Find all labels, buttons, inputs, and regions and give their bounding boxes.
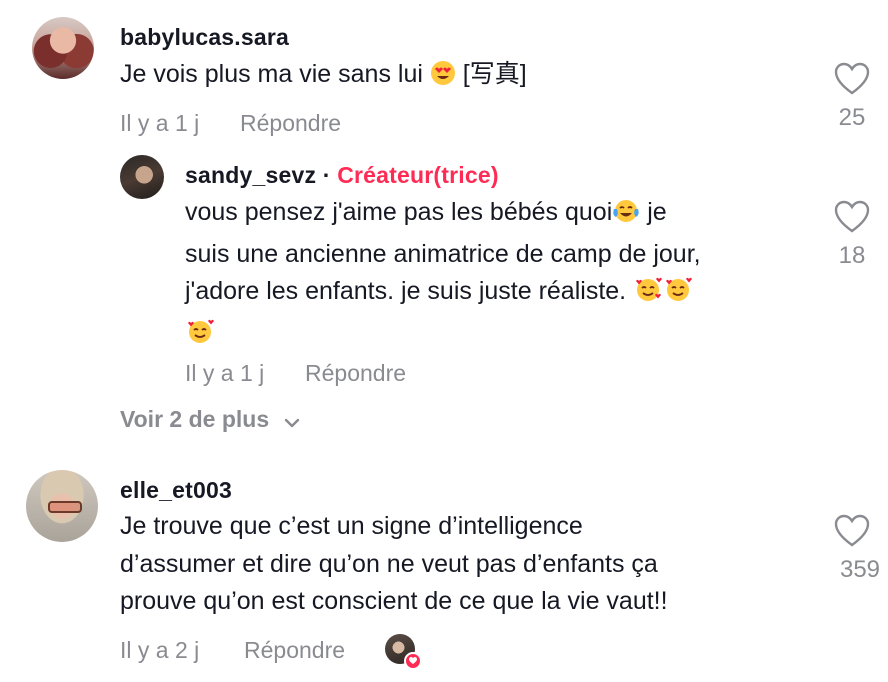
smiling-hearts-emoji bbox=[633, 275, 663, 315]
creator-badge: Créateur(trice) bbox=[337, 162, 499, 188]
comment-time: Il y a 1 j bbox=[185, 360, 265, 386]
like-count: 25 bbox=[838, 104, 866, 131]
like-count: 18 bbox=[838, 242, 866, 269]
reply-button[interactable]: Répondre bbox=[305, 360, 406, 387]
reply-button[interactable]: Répondre bbox=[244, 637, 345, 664]
comment-text: Je vois plus ma vie sans lui [写真] bbox=[120, 56, 527, 98]
comment-text: vous pensez j'aime pas les bébés quoi je… bbox=[185, 194, 701, 356]
comment-time: Il y a 2 j bbox=[120, 637, 200, 663]
like-count: 359 bbox=[839, 556, 881, 583]
chevron-down-icon bbox=[284, 418, 299, 428]
heart-outline-icon[interactable] bbox=[834, 514, 870, 548]
heart-outline-icon[interactable] bbox=[834, 62, 870, 96]
tears-of-joy-emoji bbox=[612, 198, 640, 236]
avatar[interactable] bbox=[26, 470, 98, 542]
creator-liked-badge-icon bbox=[404, 652, 422, 670]
comment-username[interactable]: babylucas.sara bbox=[120, 24, 289, 51]
reply-button[interactable]: Répondre bbox=[240, 110, 341, 137]
avatar[interactable] bbox=[32, 17, 94, 79]
avatar[interactable] bbox=[120, 155, 164, 199]
reply-header: sandy_sevz · Créateur(trice) bbox=[185, 162, 499, 189]
separator: · bbox=[322, 162, 331, 188]
comment-username[interactable]: sandy_sevz bbox=[185, 162, 316, 188]
heart-eyes-emoji bbox=[430, 60, 456, 98]
view-more-replies-button[interactable]: Voir 2 de plus bbox=[120, 406, 300, 433]
comment-username[interactable]: elle_et003 bbox=[120, 477, 232, 504]
heart-outline-icon[interactable] bbox=[834, 200, 870, 234]
comment-text: Je trouve que c’est un signe d’intellige… bbox=[120, 512, 668, 615]
smiling-hearts-emoji bbox=[185, 317, 215, 357]
comment-time: Il y a 1 j bbox=[120, 110, 200, 136]
smiling-hearts-emoji bbox=[663, 275, 693, 315]
